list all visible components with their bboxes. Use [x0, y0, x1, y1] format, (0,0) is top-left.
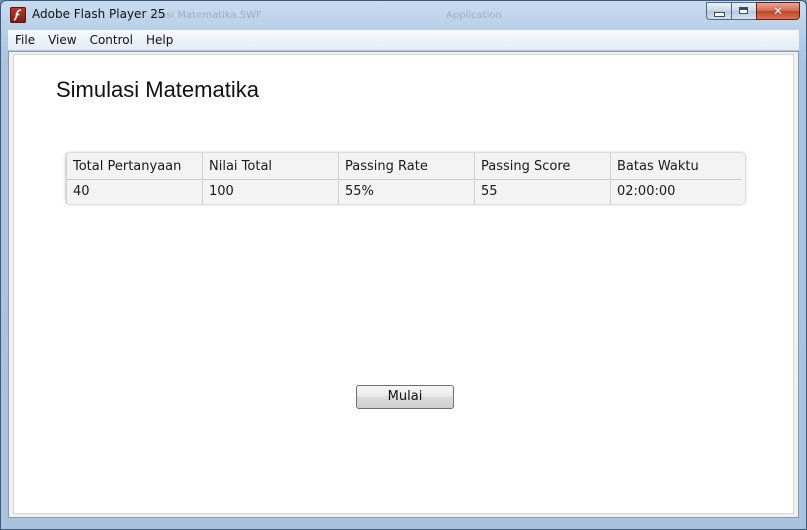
close-button[interactable]: ✕: [756, 2, 800, 20]
page-title: Simulasi Matematika: [56, 77, 259, 102]
content-area: Simulasi Matematika Total Pertanyaan 40 …: [8, 51, 799, 518]
window-controls: ✕: [706, 2, 800, 21]
column-batas-waktu: Batas Waktu 02:00:00: [610, 153, 746, 204]
menu-control[interactable]: Control: [83, 30, 139, 50]
maximize-button[interactable]: [731, 2, 756, 20]
maximize-icon: [739, 7, 748, 14]
minimize-button[interactable]: [706, 2, 731, 20]
table-header: Nilai Total: [209, 159, 273, 174]
table-cell: 100: [209, 184, 234, 199]
background-window-text: Application: [446, 10, 502, 21]
table-cell: 55: [481, 184, 498, 199]
table-header: Passing Rate: [345, 159, 428, 174]
menu-bar: File View Control Help: [8, 30, 799, 51]
application-window: Adobe Flash Player 25 ulasi Matematika.S…: [0, 0, 807, 530]
table-cell: 55%: [345, 184, 374, 199]
window-title: Adobe Flash Player 25: [32, 7, 166, 21]
column-passing-score: Passing Score 55: [474, 153, 610, 204]
close-icon: ✕: [772, 4, 784, 18]
table-header: Batas Waktu: [617, 159, 699, 174]
minimize-icon: [715, 13, 724, 16]
window-bottom-border: [1, 518, 806, 529]
column-total-pertanyaan: Total Pertanyaan 40: [66, 153, 202, 204]
background-window-text: ulasi Matematika.SWF: [151, 10, 262, 21]
menu-view[interactable]: View: [41, 30, 82, 50]
column-passing-rate: Passing Rate 55%: [338, 153, 474, 204]
flash-stage: Simulasi Matematika Total Pertanyaan 40 …: [14, 55, 793, 513]
title-bar[interactable]: Adobe Flash Player 25 ulasi Matematika.S…: [1, 1, 806, 30]
menu-file[interactable]: File: [8, 30, 41, 50]
quiz-info-table: Total Pertanyaan 40 Nilai Total 100 Pass…: [66, 153, 745, 204]
start-button[interactable]: Mulai: [356, 385, 454, 409]
flash-player-icon: [10, 7, 26, 23]
table-cell: 40: [73, 184, 90, 199]
table-header: Total Pertanyaan: [73, 159, 182, 174]
column-nilai-total: Nilai Total 100: [202, 153, 338, 204]
table-header: Passing Score: [481, 159, 571, 174]
table-cell: 02:00:00: [617, 184, 676, 199]
menu-help[interactable]: Help: [139, 30, 179, 50]
